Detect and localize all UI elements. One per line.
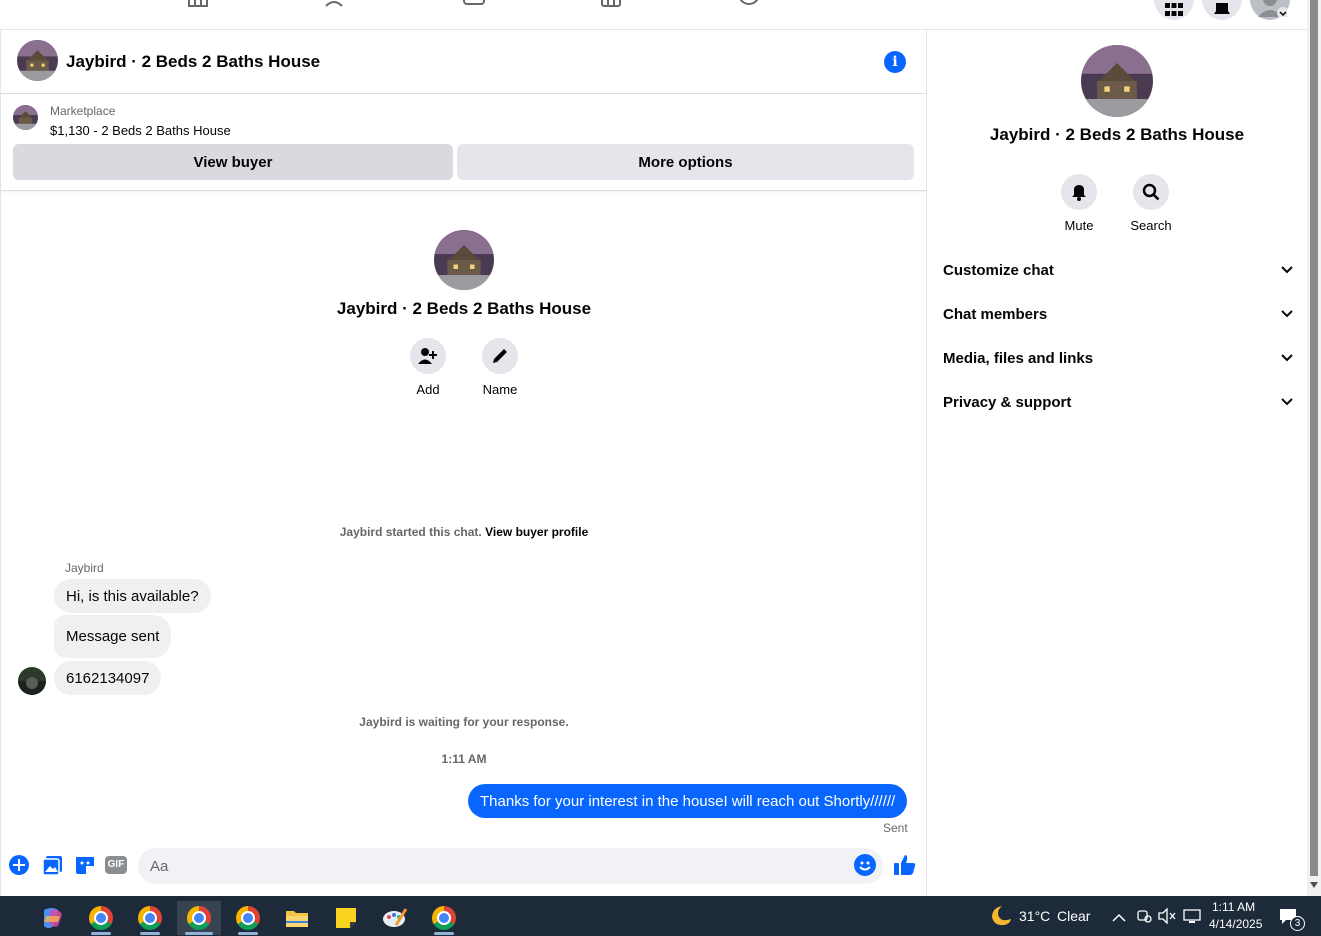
menu-grid-icon[interactable] bbox=[1154, 0, 1194, 20]
volume-muted-icon[interactable] bbox=[1158, 907, 1176, 929]
chat-started-text: Jaybird started this chat. bbox=[339, 525, 482, 539]
chat-details-pane: Jaybird · 2 Beds 2 Baths House Mute Sear… bbox=[927, 30, 1307, 896]
plus-icon[interactable] bbox=[9, 855, 29, 875]
sender-name: Jaybird bbox=[65, 561, 104, 575]
chat-members-section[interactable]: Chat members bbox=[943, 294, 1293, 334]
add-label: Add bbox=[416, 382, 440, 397]
groups-icon[interactable] bbox=[738, 0, 760, 12]
chevron-down-icon bbox=[1281, 354, 1293, 362]
friends-icon[interactable] bbox=[325, 0, 347, 12]
page-scrollbar[interactable] bbox=[1307, 0, 1321, 896]
chrome-profile-1-icon[interactable] bbox=[79, 901, 123, 935]
view-buyer-button[interactable]: View buyer bbox=[13, 144, 453, 180]
search-label: Search bbox=[1130, 218, 1172, 233]
intro-avatar[interactable] bbox=[434, 230, 494, 290]
notification-count-badge: 3 bbox=[1290, 916, 1305, 931]
details-avatar[interactable] bbox=[1081, 45, 1153, 117]
mute-button[interactable]: Mute bbox=[1044, 174, 1114, 233]
chat-title[interactable]: Jaybird · 2 Beds 2 Baths House bbox=[66, 52, 320, 72]
chrome-profile-2-icon[interactable] bbox=[128, 901, 172, 935]
paint-icon[interactable] bbox=[373, 901, 417, 935]
photo-icon[interactable] bbox=[42, 854, 64, 876]
windows-taskbar: 31°C Clear 1:11 AM 4/14/2025 3 bbox=[0, 896, 1321, 936]
weather-description[interactable]: Clear bbox=[1057, 908, 1090, 924]
customize-chat-section[interactable]: Customize chat bbox=[943, 250, 1293, 290]
network-icon[interactable] bbox=[1183, 908, 1201, 929]
name-chat-button[interactable]: Name bbox=[470, 338, 530, 397]
notifications-icon[interactable] bbox=[1202, 0, 1242, 20]
weather-moon-icon[interactable] bbox=[988, 905, 1012, 932]
bell-icon bbox=[1061, 174, 1097, 210]
listing-avatar[interactable] bbox=[17, 40, 58, 81]
scroll-down-arrow-icon[interactable] bbox=[1310, 882, 1318, 888]
top-navigation-bar bbox=[0, 0, 1307, 30]
name-label: Name bbox=[482, 382, 518, 397]
info-icon[interactable]: i bbox=[884, 51, 906, 73]
sent-status: Sent bbox=[883, 821, 908, 835]
sender-avatar[interactable] bbox=[18, 667, 46, 695]
add-people-button[interactable]: Add bbox=[398, 338, 458, 397]
details-title: Jaybird · 2 Beds 2 Baths House bbox=[989, 125, 1245, 144]
section-label: Privacy & support bbox=[943, 393, 1072, 411]
scrollbar-thumb[interactable] bbox=[1310, 0, 1318, 876]
search-icon bbox=[1133, 174, 1169, 210]
privacy-support-section[interactable]: Privacy & support bbox=[943, 382, 1293, 422]
pencil-icon bbox=[482, 338, 518, 374]
chat-started-notice: Jaybird started this chat. View buyer pr… bbox=[1, 525, 927, 539]
gif-icon[interactable]: GIF bbox=[105, 856, 127, 874]
add-person-icon bbox=[410, 338, 446, 374]
show-hidden-icons-chevron-icon[interactable] bbox=[1112, 910, 1126, 928]
message-timestamp: 1:11 AM bbox=[441, 752, 487, 766]
section-label: Customize chat bbox=[943, 261, 1054, 279]
incoming-message[interactable]: Hi, is this available? bbox=[54, 579, 211, 613]
clock-time[interactable]: 1:11 AM bbox=[1212, 900, 1255, 914]
sticker-icon[interactable] bbox=[74, 854, 96, 876]
clock-date[interactable]: 4/14/2025 bbox=[1209, 917, 1262, 931]
mute-label: Mute bbox=[1064, 218, 1094, 233]
section-label: Media, files and links bbox=[943, 349, 1094, 367]
view-buyer-profile-link[interactable]: View buyer profile bbox=[485, 525, 588, 539]
chrome-profile-3-icon[interactable] bbox=[177, 901, 221, 935]
chat-pane: Jaybird · 2 Beds 2 Baths House i Marketp… bbox=[0, 30, 927, 896]
section-label: Chat members bbox=[943, 305, 1048, 323]
task-view-icon[interactable] bbox=[0, 901, 8, 935]
marketplace-icon[interactable] bbox=[600, 0, 622, 12]
copilot-icon[interactable] bbox=[30, 901, 74, 935]
video-icon[interactable] bbox=[463, 0, 485, 12]
meet-now-icon[interactable] bbox=[1136, 908, 1152, 929]
listing-bar: Marketplace $1,130 - 2 Beds 2 Baths Hous… bbox=[1, 95, 927, 191]
intro-title: Jaybird · 2 Beds 2 Baths House bbox=[336, 299, 592, 318]
listing-label: Marketplace bbox=[50, 104, 116, 118]
chevron-down-icon bbox=[1281, 398, 1293, 406]
message-input[interactable] bbox=[138, 848, 883, 884]
more-options-button[interactable]: More options bbox=[457, 144, 914, 180]
outgoing-message[interactable]: Thanks for your interest in the houseI w… bbox=[468, 784, 908, 818]
weather-temperature[interactable]: 31°C bbox=[1019, 908, 1050, 924]
account-icon[interactable] bbox=[1250, 0, 1290, 20]
chrome-profile-4-icon[interactable] bbox=[226, 901, 270, 935]
home-icon[interactable] bbox=[187, 0, 209, 12]
chrome-profile-5-icon[interactable] bbox=[422, 901, 466, 935]
thumbs-up-icon[interactable] bbox=[893, 853, 916, 875]
file-explorer-icon[interactable] bbox=[275, 901, 319, 935]
chat-header: Jaybird · 2 Beds 2 Baths House i bbox=[1, 30, 927, 94]
emoji-icon[interactable] bbox=[854, 854, 876, 876]
incoming-message[interactable]: 6162134097 bbox=[54, 661, 162, 695]
search-button[interactable]: Search bbox=[1116, 174, 1186, 233]
incoming-message[interactable]: Message sent bbox=[54, 615, 172, 658]
message-composer: GIF bbox=[1, 842, 927, 890]
chevron-down-icon bbox=[1281, 310, 1293, 318]
sticky-notes-icon[interactable] bbox=[324, 901, 368, 935]
listing-thumbnail[interactable] bbox=[13, 105, 38, 130]
chevron-down-icon bbox=[1281, 266, 1293, 274]
waiting-notice: Jaybird is waiting for your response. bbox=[359, 715, 569, 729]
listing-price-title[interactable]: $1,130 - 2 Beds 2 Baths House bbox=[50, 123, 231, 138]
media-files-links-section[interactable]: Media, files and links bbox=[943, 338, 1293, 378]
